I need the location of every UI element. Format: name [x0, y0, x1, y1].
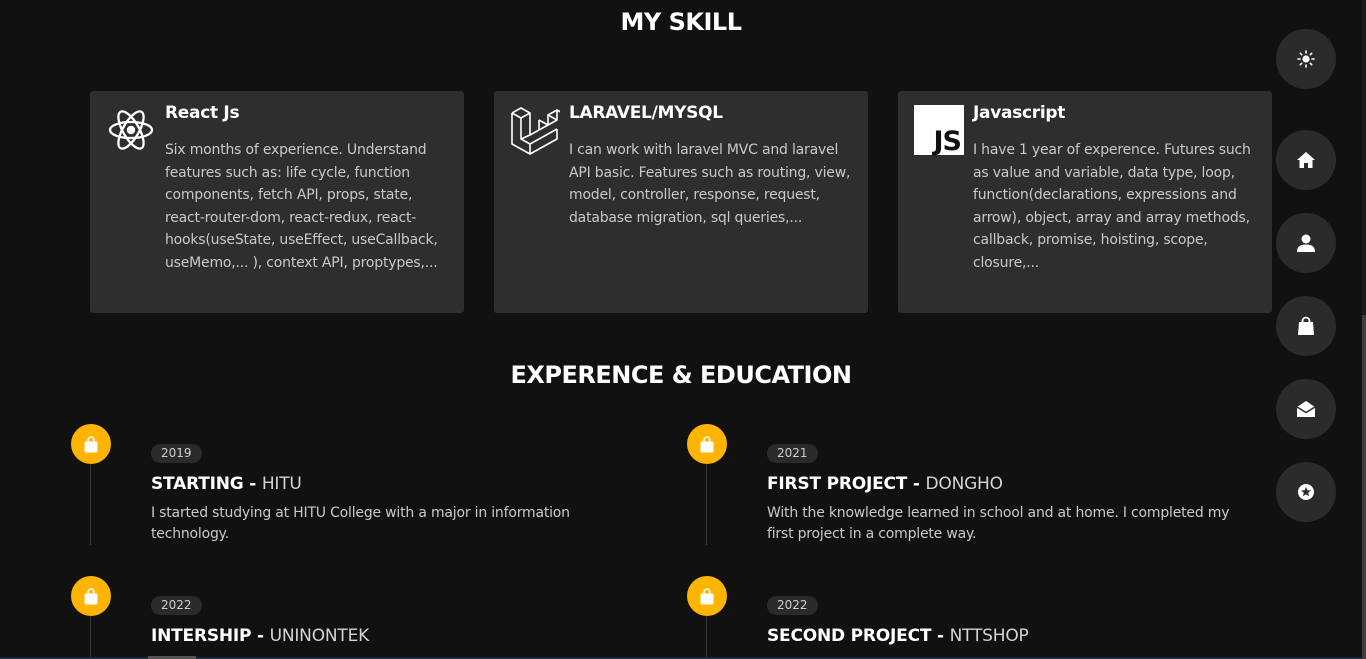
skill-description: Six months of experience. Understand fea… [165, 142, 438, 271]
timeline-title: INTERSHIP - UNINONTEK [151, 626, 369, 646]
timeline-year-badge: 2021 [767, 444, 818, 463]
timeline-role: INTERSHIP [151, 626, 252, 646]
skill-name: Javascript [973, 103, 1066, 123]
skill-card-javascript: JS Javascript I have 1 year of experence… [898, 91, 1272, 313]
nav-portfolio-button[interactable] [1276, 296, 1336, 356]
timeline-separator: - [931, 626, 950, 646]
timeline-description: With the knowledge learned in school and… [767, 505, 1230, 542]
shopping-bag-icon [1298, 316, 1314, 335]
timeline-place: NTTSHOP [949, 626, 1029, 646]
timeline-separator: - [243, 474, 262, 494]
skill-card-laravel: LARAVEL/MYSQL I can work with laravel MV… [494, 91, 868, 313]
timeline-line [90, 463, 91, 545]
timeline-dot [71, 424, 111, 464]
timeline-line [90, 615, 91, 659]
timeline-title: STARTING - HITU [151, 474, 302, 494]
timeline-line [706, 615, 707, 659]
timeline-separator: - [251, 626, 270, 646]
scrollbar-thumb[interactable] [1362, 315, 1366, 659]
skill-description: I can work with laravel MVC and laravel … [569, 142, 851, 226]
timeline-title: SECOND PROJECT - NTTSHOP [767, 626, 1029, 646]
user-icon [1297, 234, 1315, 252]
timeline-year-badge: 2022 [151, 596, 202, 615]
react-icon [106, 105, 156, 155]
timeline-role: STARTING [151, 474, 244, 494]
envelope-open-icon [1296, 401, 1316, 417]
skill-description: I have 1 year of experence. Futures such… [973, 142, 1251, 271]
nav-contact-button[interactable] [1276, 379, 1336, 439]
timeline-description: I started studying at HITU College with … [151, 505, 570, 542]
timeline-role: FIRST PROJECT [767, 474, 908, 494]
home-icon [1297, 152, 1315, 168]
timeline-place: HITU [261, 474, 302, 494]
nav-blog-button[interactable] [1276, 462, 1336, 522]
timeline-line [706, 463, 707, 545]
skills-section-title: MY SKILL [620, 8, 742, 36]
laravel-icon [510, 105, 567, 155]
timeline-dot [687, 424, 727, 464]
timeline-dot [687, 576, 727, 616]
skill-card-react: React Js Six months of experience. Under… [90, 91, 464, 313]
shopping-bag-icon [700, 435, 714, 452]
timeline-role: SECOND PROJECT [767, 626, 932, 646]
timeline-year-badge: 2019 [151, 444, 202, 463]
star-badge-icon [1298, 484, 1314, 500]
timeline-separator: - [907, 474, 926, 494]
nav-home-button[interactable] [1276, 130, 1336, 190]
timeline-place: DONGHO [925, 474, 1004, 494]
skill-name: React Js [165, 103, 240, 123]
timeline-title: FIRST PROJECT - DONGHO [767, 474, 1003, 494]
timeline-place: UNINONTEK [269, 626, 370, 646]
timeline-dot [71, 576, 111, 616]
theme-toggle-button[interactable] [1276, 29, 1336, 89]
shopping-bag-icon [84, 587, 98, 604]
experience-section-title: EXPERENCE & EDUCATION [510, 361, 852, 389]
nav-about-button[interactable] [1276, 213, 1336, 273]
skill-name: LARAVEL/MYSQL [569, 103, 723, 123]
shopping-bag-icon [700, 587, 714, 604]
sun-icon [1297, 50, 1315, 68]
shopping-bag-icon [84, 435, 98, 452]
timeline-year-badge: 2022 [767, 596, 818, 615]
javascript-icon: JS [914, 105, 964, 155]
